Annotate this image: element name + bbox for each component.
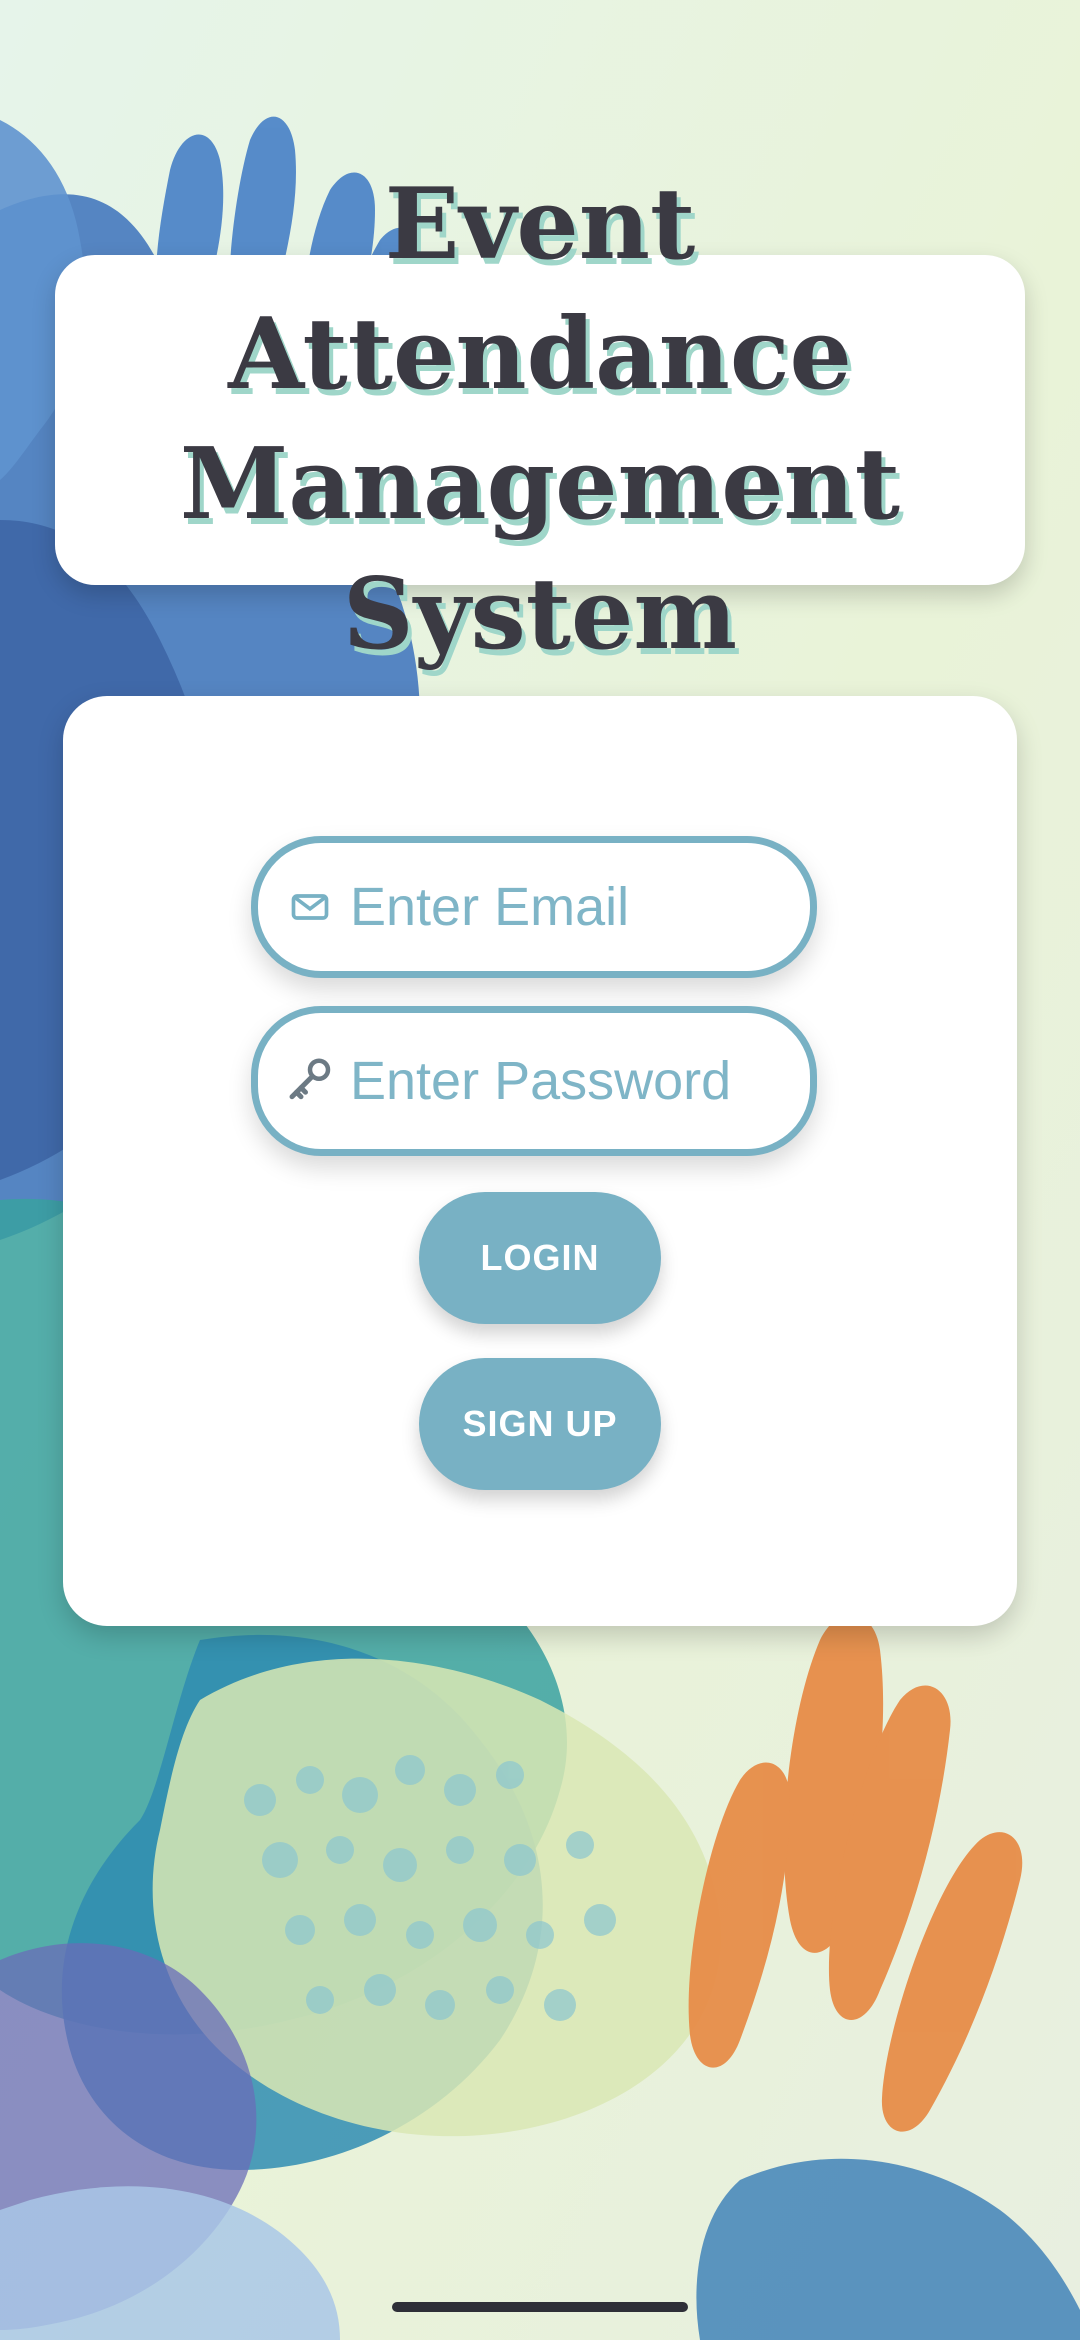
email-field[interactable]	[251, 836, 817, 978]
sign-up-button-label: SIGN UP	[462, 1403, 618, 1444]
email-input[interactable]	[340, 876, 810, 938]
login-form-card: LOGIN SIGN UP	[63, 696, 1017, 1626]
login-button-label: LOGIN	[480, 1237, 600, 1278]
title-card: Event Attendance Management System	[55, 167, 1025, 672]
sign-up-button[interactable]: SIGN UP	[419, 1358, 661, 1490]
app-title-line-2: Management System	[179, 427, 901, 672]
app-title-line-1: Event Attendance	[228, 167, 852, 412]
login-button[interactable]: LOGIN	[419, 1192, 661, 1324]
envelope-icon	[280, 877, 340, 937]
app-title: Event Attendance Management System	[55, 160, 1025, 680]
password-field[interactable]	[251, 1006, 817, 1156]
key-icon	[280, 1051, 340, 1111]
home-indicator	[392, 2302, 688, 2312]
password-input[interactable]	[340, 1050, 810, 1112]
